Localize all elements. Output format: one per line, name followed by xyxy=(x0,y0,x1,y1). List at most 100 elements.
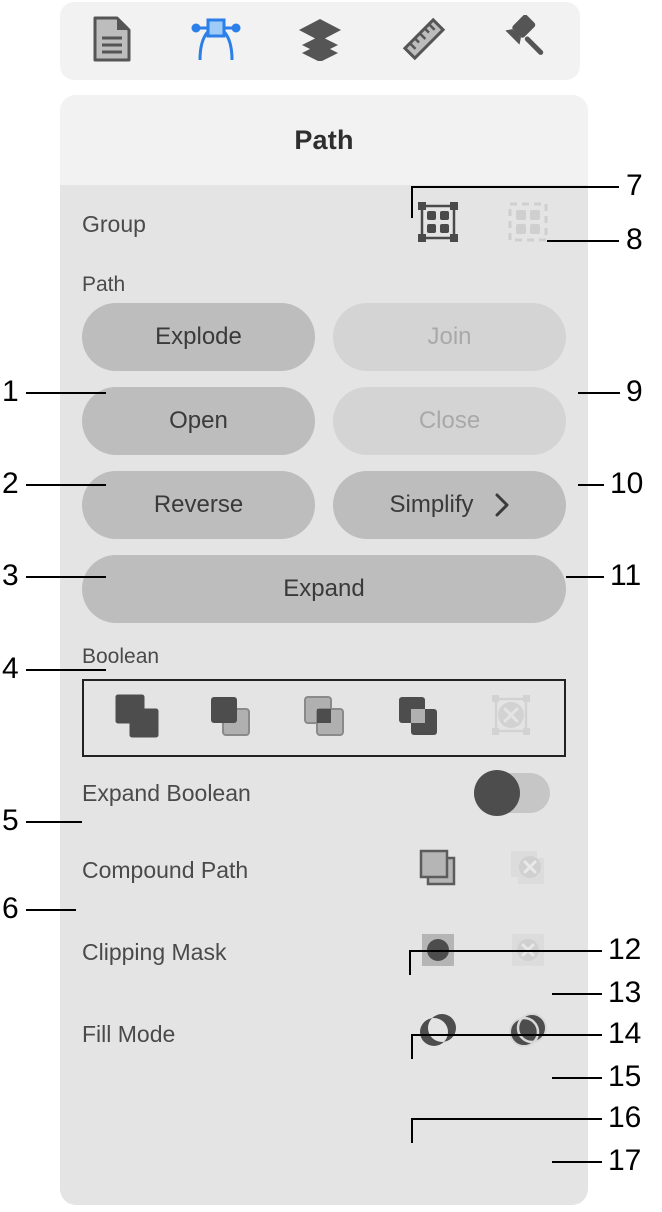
path-buttons: Explode Join Open Close Reverse Simplify xyxy=(60,303,588,623)
callout-5: 5 xyxy=(2,804,19,837)
path-panel: Path Group Path Explode Join Open Close … xyxy=(60,95,588,1205)
callout-8: 8 xyxy=(626,223,643,256)
callout-7-leader-h xyxy=(411,186,619,188)
boolean-operations-box xyxy=(82,679,566,757)
tab-style[interactable] xyxy=(497,13,559,69)
tool-tab-bar xyxy=(60,2,580,80)
path-section-label: Path xyxy=(82,273,126,296)
clip-make-icon xyxy=(413,925,463,980)
clip-release-icon xyxy=(503,925,553,980)
compound-path-icons xyxy=(412,844,566,896)
compound-path-release-button xyxy=(502,844,554,896)
tab-layers[interactable] xyxy=(289,13,351,69)
callout-14-leader-v xyxy=(411,1034,413,1059)
ungroup-icon xyxy=(503,197,553,252)
chevron-right-icon xyxy=(494,492,510,518)
callout-13-leader xyxy=(552,993,602,995)
callout-2: 2 xyxy=(2,467,19,500)
reverse-button[interactable]: Reverse xyxy=(82,471,315,539)
boolean-release-button xyxy=(480,687,542,749)
callout-10: 10 xyxy=(610,467,644,500)
callout-16-leader-v xyxy=(411,1118,413,1143)
join-button: Join xyxy=(333,303,566,371)
boolean-union-button[interactable] xyxy=(106,687,168,749)
callout-11-leader xyxy=(566,576,604,578)
callout-15: 15 xyxy=(608,1060,642,1093)
path-button-row-4: Expand xyxy=(82,555,566,623)
open-button[interactable]: Open xyxy=(82,387,315,455)
group-label: Group xyxy=(82,210,146,237)
clipping-mask-icons xyxy=(412,926,566,978)
ungroup-button[interactable] xyxy=(502,198,554,250)
callout-10-leader xyxy=(578,484,604,486)
clipping-mask-label: Clipping Mask xyxy=(82,938,227,965)
compound-release-icon xyxy=(503,843,553,898)
callout-6: 6 xyxy=(2,892,19,925)
compound-path-row: Compound Path xyxy=(60,829,588,911)
expand-boolean-label: Expand Boolean xyxy=(82,779,251,806)
callout-7-leader-v xyxy=(411,186,413,218)
tab-document[interactable] xyxy=(81,13,143,69)
callout-8-leader xyxy=(547,240,619,242)
clipping-mask-row: Clipping Mask xyxy=(60,911,588,993)
close-button: Close xyxy=(333,387,566,455)
compound-make-icon xyxy=(413,843,463,898)
callout-2-leader xyxy=(26,484,106,486)
callout-15-leader xyxy=(552,1077,602,1079)
panel-header: Path xyxy=(60,95,588,185)
group-button[interactable] xyxy=(412,198,464,250)
callout-7: 7 xyxy=(626,169,643,202)
expand-boolean-toggle[interactable] xyxy=(474,770,550,816)
boolean-subtract-button[interactable] xyxy=(199,687,261,749)
tab-path[interactable] xyxy=(185,13,247,69)
path-button-row-1: Explode Join xyxy=(82,303,566,371)
fill-mode-label: Fill Mode xyxy=(82,1020,176,1047)
callout-3: 3 xyxy=(2,559,19,592)
boolean-difference-icon xyxy=(391,689,445,748)
callout-5-leader xyxy=(26,821,82,823)
callout-3-leader xyxy=(26,576,106,578)
callout-12: 12 xyxy=(608,933,642,966)
tab-ruler[interactable] xyxy=(393,13,455,69)
callout-9-leader xyxy=(578,392,620,394)
group-row-icons xyxy=(412,198,566,250)
simplify-label: Simplify xyxy=(389,491,474,518)
group-row: Group xyxy=(60,185,588,263)
group-icon xyxy=(413,197,463,252)
expand-button[interactable]: Expand xyxy=(82,555,566,623)
clipping-mask-release-button xyxy=(502,926,554,978)
boolean-intersect-icon xyxy=(297,689,351,748)
node-path-icon xyxy=(190,16,242,67)
callout-1: 1 xyxy=(2,375,19,408)
explode-button[interactable]: Explode xyxy=(82,303,315,371)
callout-12-leader-h xyxy=(409,950,602,952)
boolean-intersect-button[interactable] xyxy=(293,687,355,749)
callout-9: 9 xyxy=(626,375,643,408)
boolean-section-label: Boolean xyxy=(82,645,160,668)
ruler-icon xyxy=(400,15,448,68)
callout-16: 16 xyxy=(608,1101,642,1134)
callout-17-leader xyxy=(552,1161,602,1163)
compound-path-make-button[interactable] xyxy=(412,844,464,896)
screenshot-root: Path Group Path Explode Join Open Close … xyxy=(0,0,662,1212)
boolean-difference-button[interactable] xyxy=(387,687,449,749)
callout-6-leader xyxy=(26,909,76,911)
callout-4-leader xyxy=(26,669,106,671)
layers-icon xyxy=(297,17,343,66)
page-title: Path xyxy=(294,124,354,155)
callout-1-leader xyxy=(26,392,106,394)
boolean-union-icon xyxy=(110,689,164,748)
callout-16-leader-h xyxy=(411,1118,602,1120)
callout-17: 17 xyxy=(608,1144,642,1177)
callout-4: 4 xyxy=(2,652,19,685)
callout-13: 13 xyxy=(608,976,642,1009)
document-icon xyxy=(92,16,132,67)
expand-boolean-control xyxy=(474,770,566,816)
expand-boolean-row: Expand Boolean xyxy=(60,757,588,829)
simplify-button[interactable]: Simplify xyxy=(333,471,566,539)
callout-12-leader-v xyxy=(409,950,411,975)
callout-11: 11 xyxy=(610,559,642,592)
callout-14: 14 xyxy=(608,1017,642,1050)
toggle-knob xyxy=(474,770,520,816)
clipping-mask-make-button[interactable] xyxy=(412,926,464,978)
